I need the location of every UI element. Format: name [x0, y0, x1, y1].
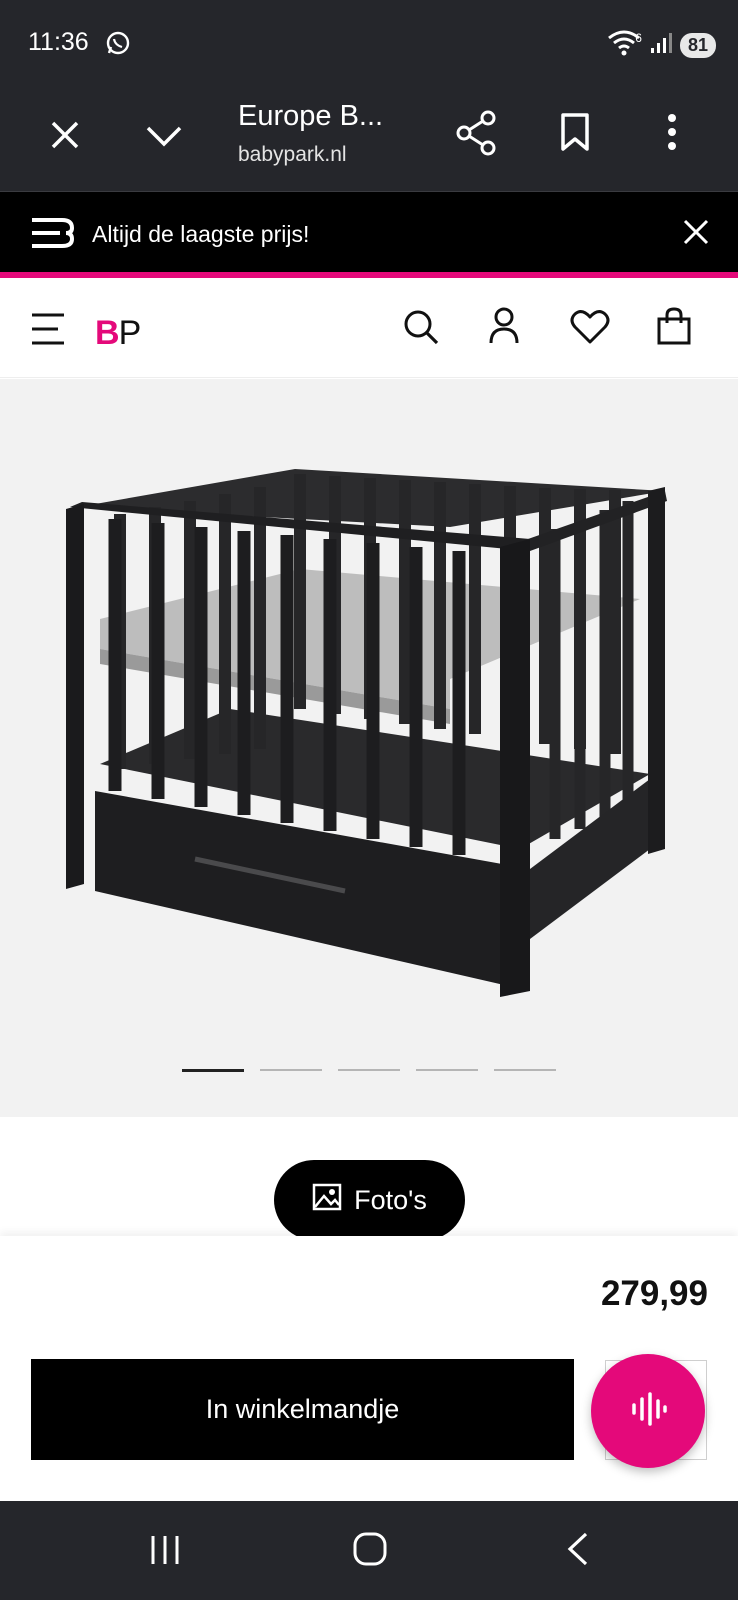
close-tab-icon[interactable] — [48, 118, 82, 157]
chevron-down-icon[interactable] — [144, 120, 184, 155]
share-icon[interactable] — [455, 110, 497, 161]
network-badge: 6 — [635, 30, 642, 45]
gallery-dot-3[interactable] — [338, 1069, 400, 1071]
status-bar: 11:36 6 81 — [0, 0, 738, 88]
site-header: BP — [0, 284, 738, 378]
audio-wave-icon — [628, 1389, 668, 1434]
back-icon[interactable] — [565, 1531, 591, 1572]
system-navigation-bar — [0, 1501, 738, 1600]
photos-button-label: Foto's — [354, 1184, 427, 1215]
product-image-playpen[interactable] — [0, 379, 738, 1059]
gallery-dot-1[interactable] — [182, 1069, 244, 1072]
browser-toolbar: Europe B... babypark.nl — [0, 88, 738, 192]
close-banner-icon[interactable] — [682, 218, 710, 251]
product-gallery[interactable] — [0, 379, 738, 1117]
search-icon[interactable] — [402, 308, 440, 351]
tab-url[interactable]: babypark.nl — [238, 143, 347, 167]
gallery-dot-4[interactable] — [416, 1069, 478, 1071]
more-options-icon[interactable] — [665, 112, 679, 157]
shopping-bag-icon[interactable] — [656, 306, 692, 351]
promo-banner: Altijd de laagste prijs! — [0, 192, 738, 278]
home-icon[interactable] — [352, 1531, 388, 1572]
bookmark-icon[interactable] — [560, 112, 590, 157]
tab-title[interactable]: Europe B... — [238, 100, 383, 133]
whatsapp-notification-icon — [105, 30, 131, 61]
add-to-cart-label: In winkelmandje — [205, 1394, 400, 1424]
account-icon[interactable] — [488, 306, 520, 351]
site-logo[interactable]: BP — [95, 314, 142, 353]
photos-button[interactable]: Foto's — [274, 1160, 465, 1240]
brand-mark-icon — [30, 217, 75, 254]
wishlist-heart-icon[interactable] — [570, 309, 610, 350]
logo-b: B — [95, 314, 120, 352]
image-icon — [312, 1183, 342, 1218]
add-to-cart-button[interactable]: In winkelmandje — [31, 1359, 574, 1460]
recent-apps-icon[interactable] — [148, 1533, 182, 1572]
menu-icon[interactable] — [30, 312, 66, 351]
battery-indicator: 81 — [679, 33, 716, 58]
promo-text: Altijd de laagste prijs! — [92, 221, 310, 247]
gallery-dot-2[interactable] — [260, 1069, 322, 1071]
signal-icon — [650, 32, 672, 59]
status-indicators: 6 81 — [607, 30, 716, 61]
voice-assistant-button[interactable] — [591, 1354, 705, 1468]
logo-p: P — [118, 314, 142, 352]
gallery-dot-5[interactable] — [494, 1069, 556, 1071]
product-price: 279,99 — [600, 1274, 708, 1313]
status-time: 11:36 — [28, 28, 89, 56]
